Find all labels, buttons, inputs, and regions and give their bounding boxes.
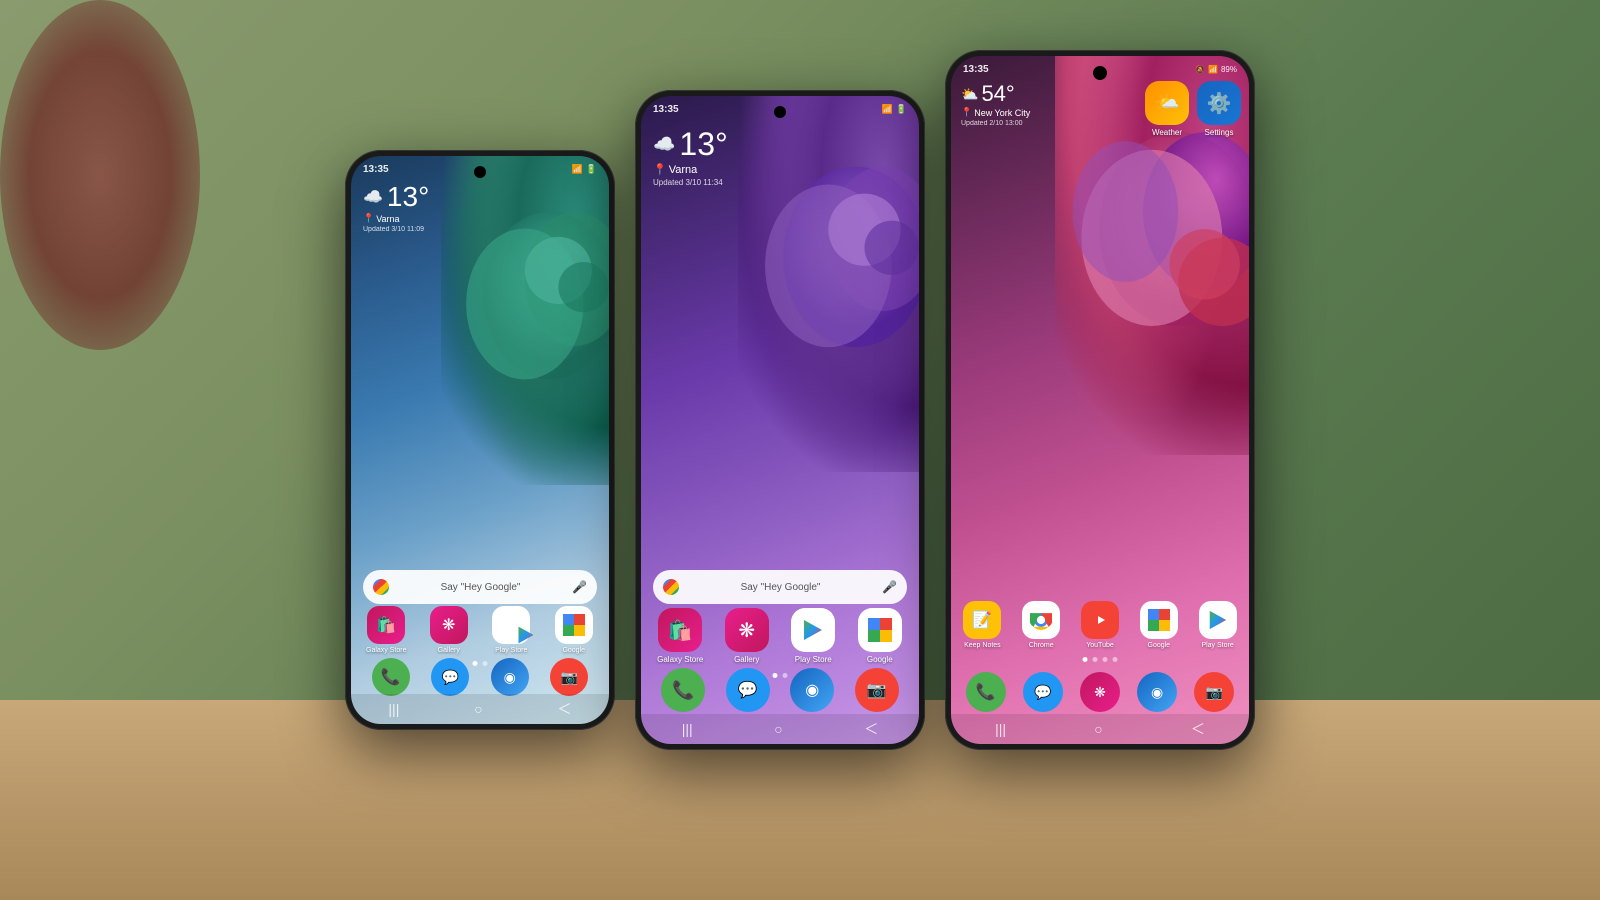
phone-left-screen: 13:35 📶 🔋 ☁️ 13° 📍 Varna Updated 3/10 11… xyxy=(351,156,609,724)
app-google-left[interactable]: Google xyxy=(547,606,602,654)
dock-phone-left[interactable]: 📞 xyxy=(372,658,410,696)
dock-pass-center[interactable]: ◉ xyxy=(790,668,834,712)
wallpaper-flowers-center xyxy=(738,96,919,472)
app-gallery-left[interactable]: ❋ Gallery xyxy=(422,606,477,654)
dock-pass-right[interactable]: ◉ xyxy=(1137,672,1177,712)
time-left: 13:35 xyxy=(363,164,389,175)
weather-location-left: 📍 Varna xyxy=(363,213,429,224)
search-text-center: Say "Hey Google" xyxy=(685,582,876,593)
weather-temp-left: 13° xyxy=(387,181,429,213)
phone-center-screen: 13:35 📶 🔋 ☁️ 13° 📍 Varna Updated 3/10 11… xyxy=(641,96,919,744)
dock-pass-left[interactable]: ◉ xyxy=(491,658,529,696)
weather-cloud-icon-center: ☁️ xyxy=(653,134,675,155)
app-gallery-center[interactable]: ❋ Gallery xyxy=(718,608,777,664)
page-dots-right xyxy=(1083,657,1118,662)
phone-left: 13:35 📶 🔋 ☁️ 13° 📍 Varna Updated 3/10 11… xyxy=(345,150,615,730)
app-google-right[interactable]: Google xyxy=(1133,601,1184,649)
google-g-center xyxy=(663,579,679,595)
nav-back-center[interactable]: ＜ xyxy=(864,719,878,739)
weather-location-center: 📍 Varna xyxy=(653,163,728,176)
app-weather-right[interactable]: 🌤️ Weather xyxy=(1145,81,1189,137)
dock-messages-left[interactable]: 💬 xyxy=(431,658,469,696)
app-galaxy-store-left[interactable]: 🛍️ Galaxy Store xyxy=(359,606,414,654)
nav-recent-center[interactable]: ||| xyxy=(682,721,693,737)
search-text-left: Say "Hey Google" xyxy=(395,582,566,593)
phones-container: 13:35 📶 🔋 ☁️ 13° 📍 Varna Updated 3/10 11… xyxy=(345,50,1255,750)
dock-gallery-right[interactable]: ❋ xyxy=(1080,672,1120,712)
weather-temp-right: 54° xyxy=(981,81,1014,107)
app-galaxy-store-center[interactable]: 🛍️ Galaxy Store xyxy=(651,608,710,664)
weather-widget-center: ☁️ 13° 📍 Varna Updated 3/10 11:34 xyxy=(653,126,728,187)
weather-updated-right: Updated 2/10 13:00 xyxy=(961,120,1030,127)
nav-recent-left[interactable]: ||| xyxy=(388,701,399,717)
phone-center: 13:35 📶 🔋 ☁️ 13° 📍 Varna Updated 3/10 11… xyxy=(635,90,925,750)
weather-temp-center: 13° xyxy=(679,126,727,163)
camera-hole-left xyxy=(474,166,486,178)
dock-phone-center[interactable]: 📞 xyxy=(661,668,705,712)
app-play-store-right[interactable]: Play Store xyxy=(1192,601,1243,649)
wallpaper-flowers-left xyxy=(441,156,609,485)
nav-home-center[interactable]: ○ xyxy=(774,721,782,737)
nav-home-left[interactable]: ○ xyxy=(474,701,482,717)
status-icons-center: 📶 🔋 xyxy=(882,104,907,115)
camera-hole-center xyxy=(774,106,786,118)
dock-camera-right[interactable]: 📷 xyxy=(1194,672,1234,712)
app-play-store-left[interactable]: Play Store xyxy=(484,606,539,654)
dock-camera-left[interactable]: 📷 xyxy=(550,658,588,696)
weather-cloud-icon-left: ☁️ xyxy=(363,187,383,207)
google-g-left xyxy=(373,579,389,595)
status-icons-left: 📶 🔋 xyxy=(572,164,597,175)
app-grid-left: 🛍️ Galaxy Store ❋ Gallery xyxy=(359,606,601,654)
app-play-store-center[interactable]: Play Store xyxy=(784,608,843,664)
app-grid-center: 🛍️ Galaxy Store ❋ Gallery xyxy=(651,608,909,664)
phone-right: 13:35 🔕 📶 89% ⛅ 54° 📍 New York City Upda… xyxy=(945,50,1255,750)
nav-bar-center: ||| ○ ＜ xyxy=(641,714,919,744)
time-right: 13:35 xyxy=(963,64,989,75)
weather-sun-icon-right: ⛅ xyxy=(961,86,978,103)
app-grid-right: 📝 Keep Notes xyxy=(957,601,1243,649)
app-keep-right[interactable]: 📝 Keep Notes xyxy=(957,601,1008,649)
dock-camera-center[interactable]: 📷 xyxy=(855,668,899,712)
weather-widget-right: ⛅ 54° 📍 New York City Updated 2/10 13:00 xyxy=(961,81,1030,127)
camera-hole-right xyxy=(1093,66,1107,80)
weather-widget-left: ☁️ 13° 📍 Varna Updated 3/10 11:09 xyxy=(363,181,429,233)
top-right-icons-right: 🌤️ Weather ⚙️ Settings xyxy=(1145,81,1241,137)
dock-left: 📞 💬 ◉ 📷 xyxy=(361,658,599,696)
dock-messages-center[interactable]: 💬 xyxy=(726,668,770,712)
dock-right: 📞 💬 ❋ ◉ xyxy=(957,672,1243,712)
nav-recent-right[interactable]: ||| xyxy=(995,721,1006,737)
time-center: 13:35 xyxy=(653,104,679,115)
app-youtube-right[interactable]: YouTube xyxy=(1075,601,1126,649)
dock-center: 📞 💬 ◉ 📷 xyxy=(651,668,909,712)
weather-updated-center: Updated 3/10 11:34 xyxy=(653,178,728,187)
app-settings-right[interactable]: ⚙️ Settings xyxy=(1197,81,1241,137)
search-bar-left[interactable]: Say "Hey Google" 🎤 xyxy=(363,570,597,604)
nav-back-right[interactable]: ＜ xyxy=(1191,719,1205,739)
app-chrome-right[interactable]: Chrome xyxy=(1016,601,1067,649)
dock-phone-right[interactable]: 📞 xyxy=(966,672,1006,712)
weather-location-right: 📍 New York City xyxy=(961,107,1030,118)
bg-blur-left xyxy=(0,0,200,350)
status-icons-right: 🔕 📶 89% xyxy=(1195,65,1237,74)
mic-icon-left[interactable]: 🎤 xyxy=(572,580,587,594)
phone-right-screen: 13:35 🔕 📶 89% ⛅ 54° 📍 New York City Upda… xyxy=(951,56,1249,744)
dock-messages-right[interactable]: 💬 xyxy=(1023,672,1063,712)
search-bar-center[interactable]: Say "Hey Google" 🎤 xyxy=(653,570,907,604)
nav-back-left[interactable]: ＜ xyxy=(558,699,572,719)
nav-bar-left: ||| ○ ＜ xyxy=(351,694,609,724)
nav-home-right[interactable]: ○ xyxy=(1094,721,1102,737)
mic-icon-center[interactable]: 🎤 xyxy=(882,580,897,594)
weather-updated-left: Updated 3/10 11:09 xyxy=(363,226,429,233)
app-google-center[interactable]: Google xyxy=(851,608,910,664)
nav-bar-right: ||| ○ ＜ xyxy=(951,714,1249,744)
